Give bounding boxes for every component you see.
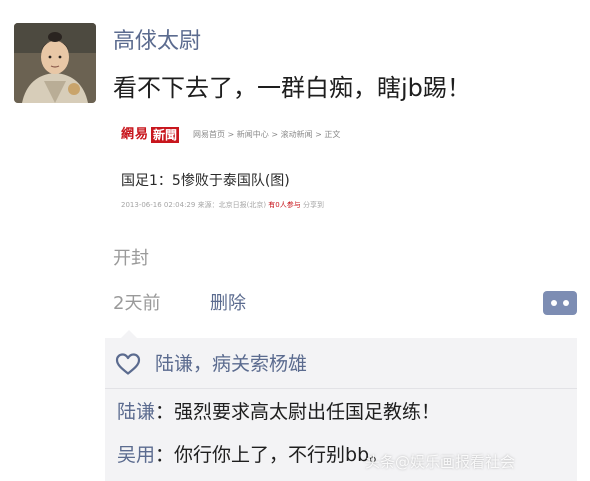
comment-author[interactable]: 陆谦 bbox=[117, 401, 155, 423]
comment-button[interactable] bbox=[543, 291, 577, 315]
news-date: 2013-06-16 02:04:29 bbox=[121, 201, 196, 209]
netease-news-logo: 網易 新聞 bbox=[121, 127, 180, 143]
comment-text: 强烈要求高太尉出任国足教练！ bbox=[174, 401, 441, 423]
news-breadcrumb: 网易首页 > 新闻中心 > 滚动新闻 > 正文 bbox=[193, 130, 341, 139]
comment-item[interactable]: 吴用：你行你上了，不行别bb。 bbox=[117, 441, 388, 469]
news-participants: 有0人参与 bbox=[268, 201, 301, 209]
comment-item[interactable]: 陆谦：强烈要求高太尉出任国足教练！ bbox=[117, 398, 440, 426]
news-meta: 2013-06-16 02:04:29 来源：北京日报(北京) 有0人参与 分享… bbox=[121, 200, 324, 210]
news-card[interactable]: 網易 新聞 网易首页 > 新闻中心 > 滚动新闻 > 正文 国足1：5惨败于泰国… bbox=[113, 118, 413, 218]
watermark: 头条@娱乐画报看社会 bbox=[365, 453, 516, 471]
heart-icon bbox=[115, 353, 141, 375]
likes-row: 陆谦，病关索杨雄 bbox=[115, 350, 307, 378]
news-share: 分享到 bbox=[303, 201, 324, 209]
news-headline: 国足1：5惨败于泰国队(图) bbox=[121, 173, 290, 189]
comment-author[interactable]: 吴用 bbox=[117, 444, 155, 466]
post-avatar[interactable] bbox=[14, 23, 96, 103]
delete-button[interactable]: 删除 bbox=[210, 292, 246, 316]
panel-divider bbox=[105, 388, 577, 389]
comment-text: 你行你上了，不行别bb。 bbox=[174, 444, 389, 466]
post-location[interactable]: 开封 bbox=[113, 247, 149, 271]
post-username[interactable]: 高俅太尉 bbox=[113, 28, 201, 56]
post-time: 2天前 bbox=[113, 293, 161, 314]
news-source: 来源：北京日报(北京) bbox=[197, 201, 267, 209]
comment-dots-icon bbox=[551, 300, 557, 306]
logo-text-news: 新聞 bbox=[151, 127, 180, 143]
comment-dots-icon bbox=[563, 300, 569, 306]
likes-names[interactable]: 陆谦，病关索杨雄 bbox=[155, 350, 307, 378]
logo-text-netease: 網易 bbox=[121, 127, 150, 142]
post-text: 看不下去了，一群白痴，瞎jb踢！ bbox=[113, 74, 471, 102]
